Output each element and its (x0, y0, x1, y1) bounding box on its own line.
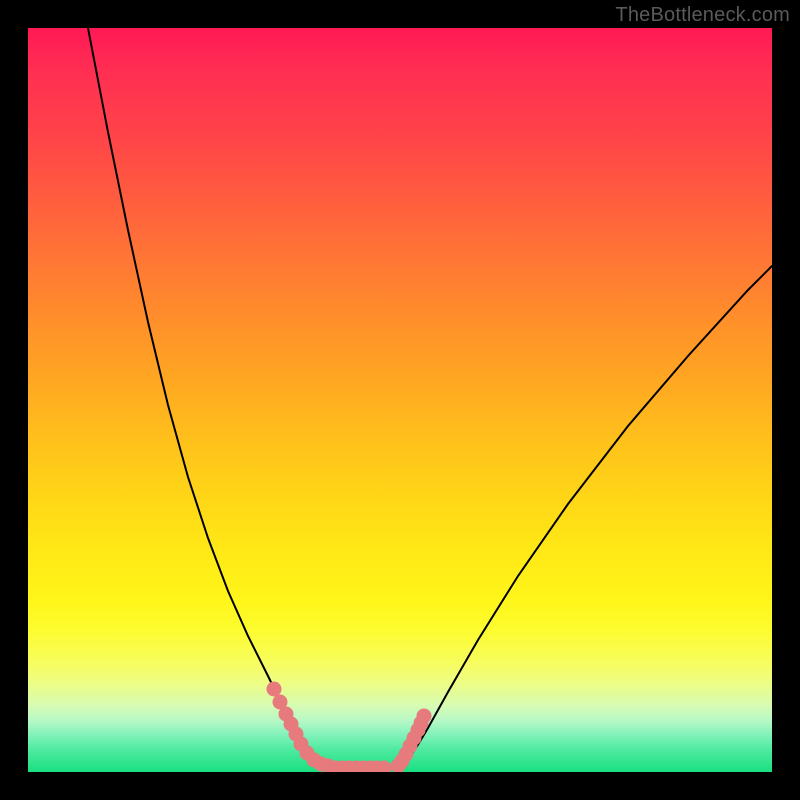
marker-dot (417, 709, 432, 724)
marker-group (267, 682, 432, 773)
marker-dot (267, 682, 282, 697)
plot-area (28, 28, 772, 772)
chart-frame: TheBottleneck.com (0, 0, 800, 800)
watermark-text: TheBottleneck.com (615, 4, 790, 27)
curve-right-branch (393, 266, 772, 768)
curve-left-branch (88, 28, 338, 768)
curve-svg (28, 28, 772, 772)
